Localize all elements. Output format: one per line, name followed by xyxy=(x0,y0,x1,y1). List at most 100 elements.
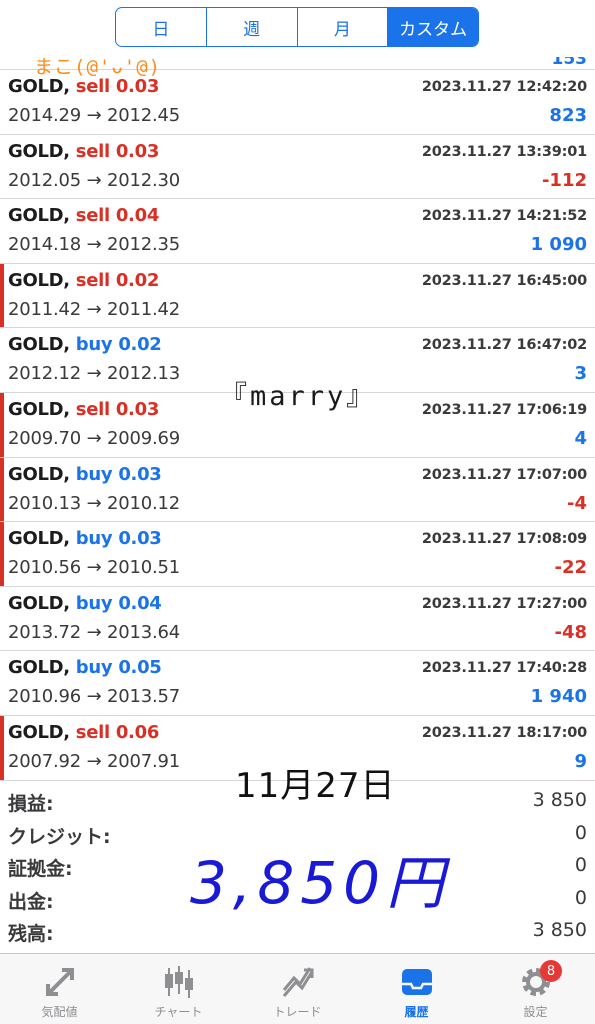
arrow-icon: → xyxy=(86,557,102,579)
trade-side: buy xyxy=(75,334,113,356)
summary-label: クレジット: xyxy=(8,825,111,848)
tabbar-item-0[interactable]: 気配値 xyxy=(0,954,119,1024)
trade-row[interactable]: GOLD, sell 0.04 2023.11.27 14:21:52 2014.1… xyxy=(0,199,595,264)
trade-profit: -48 xyxy=(554,621,587,643)
trade-time: 2023.11.27 16:47:02 xyxy=(421,337,587,354)
trade-symbol: GOLD, sell 0.04 xyxy=(8,205,159,226)
trade-volume: 0.03 xyxy=(118,463,162,485)
tabbar-item-3[interactable]: 履歴 xyxy=(357,954,476,1024)
trade-symbol: GOLD, buy 0.03 xyxy=(8,528,162,549)
open-price: 2009.70 xyxy=(8,428,82,449)
chart-candles-icon xyxy=(159,963,199,1001)
trade-row[interactable]: GOLD, buy 0.05 2023.11.27 17:40:28 2010.96… xyxy=(0,651,595,716)
trade-volume: 0.03 xyxy=(115,399,160,420)
trade-row[interactable]: GOLD, buy 0.03 2023.11.27 17:07:00 2010.13… xyxy=(0,457,595,523)
symbol-name: GOLD, xyxy=(8,76,70,97)
open-price: 2012.12 xyxy=(8,363,82,385)
trade-profit: 3 xyxy=(574,363,587,385)
close-price: 2012.35 xyxy=(107,234,181,256)
trade-prices: 2014.18 → 2012.35 xyxy=(8,234,180,255)
trade-time: 2023.11.27 17:06:19 xyxy=(421,402,587,418)
trade-volume: 0.06 xyxy=(115,722,160,743)
tabbar-item-2[interactable]: トレード xyxy=(238,954,357,1024)
open-price: 2012.05 xyxy=(8,169,82,191)
notification-badge: 8 xyxy=(540,960,562,982)
close-price: 2012.45 xyxy=(107,105,181,126)
symbol-name: GOLD, xyxy=(8,140,70,162)
symbol-name: GOLD, xyxy=(8,463,70,485)
handwritten-top-note: まこ(@'ᴗ'@) xyxy=(34,56,162,78)
close-price: 2012.30 xyxy=(107,169,181,191)
trade-side: sell xyxy=(75,722,110,743)
trade-volume: 0.04 xyxy=(115,205,160,227)
symbol-name: GOLD, xyxy=(8,657,70,679)
open-price: 2014.18 xyxy=(8,234,82,256)
trade-side: sell xyxy=(75,205,110,227)
trade-side: sell xyxy=(75,76,110,97)
trade-symbol: GOLD, sell 0.03 xyxy=(8,76,159,97)
open-price: 2014.29 xyxy=(8,105,82,126)
trade-row[interactable]: GOLD, sell 0.03 2023.11.27 13:39:01 2012.0… xyxy=(0,135,595,200)
period-header: 日週月カスタム xyxy=(0,0,595,58)
open-price: 2007.92 xyxy=(8,751,82,772)
open-price: 2010.96 xyxy=(8,686,82,708)
trade-row[interactable]: GOLD, sell 0.03 2023.11.27 12:42:20 2014.2… xyxy=(0,70,595,135)
trade-profit: -22 xyxy=(554,557,587,579)
trade-prices: 2010.13 → 2010.12 xyxy=(8,493,180,514)
trade-profit: 9 xyxy=(574,751,587,772)
arrow-icon: → xyxy=(86,234,102,256)
trade-time: 2023.11.27 14:21:52 xyxy=(421,208,587,225)
arrow-icon: → xyxy=(86,169,102,191)
summary-label: 証拠金: xyxy=(8,858,73,880)
handwritten-marry-label: 『marry』 xyxy=(220,381,377,412)
close-price: 2013.57 xyxy=(107,686,181,708)
symbol-name: GOLD, xyxy=(8,334,70,356)
trade-profit: 823 xyxy=(549,105,587,126)
trade-volume: 0.02 xyxy=(118,334,162,356)
arrow-icon: → xyxy=(86,363,102,385)
tabbar-item-1[interactable]: チャート xyxy=(119,954,238,1024)
trade-time: 2023.11.27 18:17:00 xyxy=(421,725,587,741)
open-price: 2013.72 xyxy=(8,621,82,643)
close-price: 2007.91 xyxy=(107,751,181,772)
trade-time: 2023.11.27 17:08:09 xyxy=(421,531,587,548)
trade-row[interactable]: GOLD, sell 0.02 2023.11.27 16:45:00 2011.4… xyxy=(0,263,595,329)
trade-symbol: GOLD, sell 0.06 xyxy=(8,722,159,743)
period-tab-3[interactable]: カスタム xyxy=(388,8,478,46)
arrow-icon: → xyxy=(86,621,102,643)
period-tab-2[interactable]: 月 xyxy=(298,8,389,46)
symbol-name: GOLD, xyxy=(8,722,70,743)
period-tab-1[interactable]: 週 xyxy=(207,8,298,46)
trade-prices: 2007.92 → 2007.91 xyxy=(8,751,180,772)
trade-prices: 2011.42 → 2011.42 xyxy=(8,299,180,320)
symbol-name: GOLD, xyxy=(8,592,70,614)
trade-row[interactable]: GOLD, buy 0.04 2023.11.27 17:27:00 2013.72… xyxy=(0,587,595,652)
trade-side: sell xyxy=(75,399,110,420)
symbol-name: GOLD, xyxy=(8,528,70,550)
trade-volume: 0.05 xyxy=(118,657,162,679)
arrow-icon: → xyxy=(86,492,102,514)
quotes-icon xyxy=(40,963,80,1001)
period-tab-0[interactable]: 日 xyxy=(116,8,207,46)
close-price: 2010.51 xyxy=(107,557,181,579)
arrow-icon: → xyxy=(86,298,102,320)
trade-prices: 2012.05 → 2012.30 xyxy=(8,170,180,191)
tabbar-label: 設定 xyxy=(523,1005,548,1019)
trade-prices: 2012.12 → 2012.13 xyxy=(8,363,180,384)
summary-value: 0 xyxy=(574,886,587,909)
close-price: 2012.13 xyxy=(107,363,181,385)
tabbar-label: チャート xyxy=(154,1005,203,1019)
summary-label: 損益: xyxy=(8,793,54,815)
trade-symbol: GOLD, buy 0.05 xyxy=(8,657,162,678)
trade-profit: -112 xyxy=(541,169,587,191)
symbol-name: GOLD, xyxy=(8,205,70,227)
trade-side: buy xyxy=(75,463,113,485)
trade-row[interactable]: GOLD, buy 0.03 2023.11.27 17:08:09 2010.56… xyxy=(0,522,595,587)
trade-symbol: GOLD, sell 0.03 xyxy=(8,399,159,420)
handwritten-total: 3,850円 xyxy=(190,849,451,917)
trade-prices: 2013.72 → 2013.64 xyxy=(8,622,180,643)
trade-prices: 2010.96 → 2013.57 xyxy=(8,686,180,707)
trade-time: 2023.11.27 17:07:00 xyxy=(421,466,587,483)
row-status-bar xyxy=(0,716,4,780)
tabbar-item-4[interactable]: 設定 8 xyxy=(476,954,595,1024)
